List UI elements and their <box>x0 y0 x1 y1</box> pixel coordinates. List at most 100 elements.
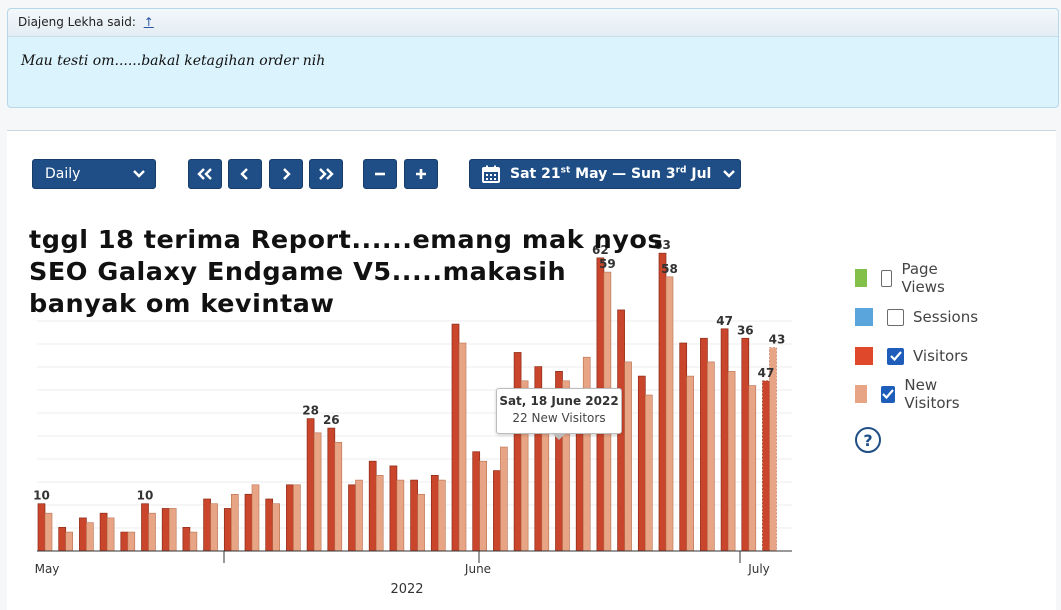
bar-visitors <box>182 527 191 552</box>
x-tick-label: May <box>35 562 60 576</box>
bar-visitors <box>223 508 232 552</box>
data-label: 36 <box>737 323 754 337</box>
overlay-line-1: tggl 18 terima Report......emang mak nyo… <box>29 225 664 254</box>
visitors-chart: 10 1028266259635847364743May June July2022 <box>33 238 792 597</box>
data-label: 10 <box>137 489 154 503</box>
bar-new-visitors <box>624 361 632 552</box>
legend-checkbox[interactable] <box>887 347 904 365</box>
bar-visitors <box>389 465 398 552</box>
legend-swatch <box>855 308 873 326</box>
bar-visitors <box>286 484 294 552</box>
bar-visitors <box>637 375 646 552</box>
overlay-line-2: SEO Galaxy Endgame V5.....makasih <box>29 257 567 286</box>
data-label: 43 <box>769 333 786 347</box>
bar-new-visitors <box>500 446 508 552</box>
bar-new-visitors <box>396 479 405 552</box>
bar-new-visitors <box>355 479 363 552</box>
help-icon[interactable]: ? <box>855 427 881 453</box>
legend-swatch <box>855 269 867 287</box>
bar-visitors <box>493 470 501 552</box>
stats-panel: Daily Sat 21st May — Sun 3rd Jul 10 10 28 2… <box>7 130 1056 610</box>
legend-swatch <box>855 347 873 365</box>
legend-visitors[interactable]: Visitors <box>855 345 968 367</box>
bar-visitors <box>700 337 708 552</box>
legend-new-visitors[interactable]: New Visitors <box>855 376 968 412</box>
legend-sessions[interactable]: Sessions <box>855 306 978 328</box>
bar-visitors <box>762 380 770 552</box>
bar-new-visitors <box>272 503 281 552</box>
bar-new-visitors <box>189 531 198 552</box>
bar-visitors <box>203 498 211 552</box>
bar-visitors <box>244 493 253 552</box>
quote-block: Diajeng Lekha said: ↑ Mau testi om......… <box>7 8 1059 108</box>
quote-header: Diajeng Lekha said: ↑ <box>8 9 1058 37</box>
tooltip-value: 22 New Visitors <box>512 411 606 425</box>
bar-visitors <box>161 508 170 552</box>
bar-visitors <box>741 337 750 552</box>
chart-tooltip: Sat, 18 June 2022 22 New Visitors <box>496 388 622 440</box>
bar-visitors <box>327 427 336 552</box>
bar-visitors <box>451 323 460 552</box>
quote-author: Diajeng Lekha said: <box>18 15 136 29</box>
overlay-caption: tggl 18 terima Report......emang mak nyo… <box>29 224 682 320</box>
bar-new-visitors <box>168 508 177 552</box>
bar-visitors <box>368 460 377 552</box>
bar-visitors <box>265 498 274 552</box>
bar-new-visitors <box>106 517 115 552</box>
overlay-line-3: banyak om kevintaw <box>29 289 335 318</box>
bar-new-visitors <box>582 356 591 552</box>
legend-checkbox[interactable] <box>881 385 896 403</box>
bar-new-visitors <box>334 441 343 552</box>
bar-visitors <box>120 531 129 552</box>
bar-visitors <box>79 517 87 552</box>
bar-visitors <box>720 328 729 552</box>
bar-visitors <box>430 475 439 552</box>
bar-new-visitors <box>86 522 94 552</box>
bar-new-visitors <box>44 512 53 552</box>
legend-checkbox[interactable] <box>887 308 904 326</box>
bar-new-visitors <box>748 385 757 552</box>
bar-new-visitors <box>293 484 301 552</box>
bar-new-visitors <box>437 479 446 552</box>
checkmark-icon <box>882 389 895 399</box>
bar-new-visitors <box>210 503 218 552</box>
legend-swatch <box>855 385 868 403</box>
bar-visitors <box>141 503 149 552</box>
bar-new-visitors <box>231 493 239 552</box>
bar-new-visitors <box>686 375 695 552</box>
bar-new-visitors <box>727 371 736 552</box>
tooltip-date: Sat, 18 June 2022 <box>499 394 619 408</box>
jump-to-post-link[interactable]: ↑ <box>144 15 154 29</box>
bar-visitors <box>58 527 67 552</box>
bar-new-visitors <box>479 460 488 552</box>
legend-page-views[interactable]: Page Views <box>855 260 956 296</box>
bar-new-visitors <box>417 493 425 552</box>
bar-visitors <box>306 418 315 552</box>
data-label: 28 <box>302 404 319 418</box>
quote-body: Mau testi om......bakal ketagihan order … <box>21 53 326 69</box>
year-label: 2022 <box>390 582 423 597</box>
bar-visitors <box>99 512 108 552</box>
data-label: 47 <box>758 366 775 380</box>
bar-new-visitors <box>127 531 136 552</box>
bar-visitors <box>348 484 356 552</box>
x-tick-label: July <box>747 562 770 576</box>
bar-new-visitors <box>148 512 156 552</box>
bar-new-visitors <box>65 531 74 552</box>
bar-visitors <box>679 342 688 552</box>
legend-checkbox[interactable] <box>880 269 893 287</box>
bar-new-visitors <box>458 342 467 552</box>
data-label: 10 <box>33 489 50 503</box>
bar-new-visitors <box>251 484 260 552</box>
bar-visitors <box>410 479 418 552</box>
bar-visitors <box>37 503 46 552</box>
data-label: 47 <box>716 314 733 328</box>
bar-visitors <box>472 451 481 552</box>
checkmark-icon <box>889 351 902 361</box>
bar-visitors <box>513 352 522 552</box>
bar-new-visitors <box>313 432 322 552</box>
data-label: 26 <box>323 413 340 427</box>
x-tick-label: June <box>464 562 491 576</box>
bar-new-visitors <box>707 361 715 552</box>
bar-new-visitors <box>375 475 384 552</box>
